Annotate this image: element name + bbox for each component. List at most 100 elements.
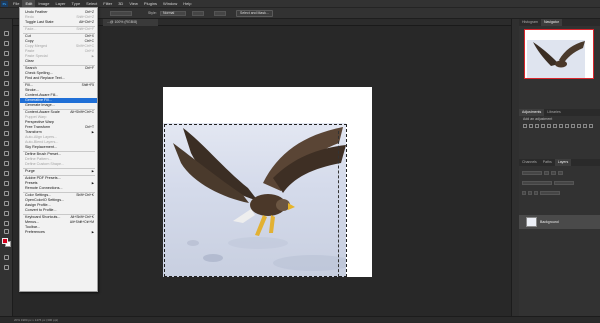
menu-image[interactable]: Image	[35, 0, 52, 7]
menu-type[interactable]: Type	[69, 0, 84, 7]
edit-menu-item-label: Sky Replacement...	[25, 145, 57, 149]
edit-menu-item[interactable]: Purge ▶	[20, 169, 97, 174]
select-and-mask-button[interactable]: Select and Mask...	[236, 10, 273, 17]
edit-menu-item[interactable]: Preferences ▶	[20, 230, 97, 235]
edit-menu-item-label: Color Settings...	[25, 193, 52, 197]
tab-layers[interactable]: Layers	[554, 159, 572, 166]
marquee-tool-icon[interactable]	[4, 41, 9, 46]
move-tool-icon[interactable]	[4, 31, 9, 36]
vibrance-icon[interactable]	[547, 124, 551, 128]
edit-menu-item[interactable]: Find and Replace Text...	[20, 76, 97, 81]
color-balance-icon[interactable]	[559, 124, 563, 128]
tab-libraries[interactable]: Libraries	[544, 109, 563, 116]
photo-filter-icon[interactable]	[571, 124, 575, 128]
shape-tool-icon[interactable]	[4, 211, 9, 216]
lock-pixels-icon[interactable]	[522, 190, 526, 195]
hand-tool-icon[interactable]	[4, 221, 9, 226]
lookup-icon[interactable]	[583, 124, 587, 128]
filter-type-icon[interactable]	[558, 170, 563, 175]
screen-mode-icon[interactable]	[4, 265, 9, 270]
pen-tool-icon[interactable]	[4, 181, 9, 186]
edit-menu-item[interactable]: Sky Replacement...	[20, 145, 97, 150]
tools-panel	[0, 19, 13, 316]
tab-paths[interactable]: Paths	[540, 159, 555, 166]
edit-menu-item[interactable]: Convert to Profile...	[20, 208, 97, 213]
tab-channels[interactable]: Channels	[519, 159, 540, 166]
edit-menu-item[interactable]: Toggle Last State Alt+Ctrl+Z	[20, 20, 97, 25]
zoom-tool-icon[interactable]	[4, 229, 9, 234]
foreground-color-swatch[interactable]	[2, 238, 8, 244]
edit-menu-item-label: Search	[25, 66, 37, 70]
tab-adjustments[interactable]: Adjustments	[519, 109, 545, 116]
menu-window[interactable]: Window	[160, 0, 180, 7]
edit-menu-item-label: Toggle Last State	[25, 20, 54, 24]
feather-input[interactable]	[110, 11, 132, 16]
edit-menu-item-label: Presets	[25, 181, 38, 185]
menu-view[interactable]: View	[126, 0, 141, 7]
menu-layer[interactable]: Layer	[52, 0, 68, 7]
channel-mixer-icon[interactable]	[577, 124, 581, 128]
adjustments-panel-tabs: Adjustments Libraries	[519, 109, 600, 116]
eraser-tool-icon[interactable]	[4, 141, 9, 146]
edit-menu-item-shortcut: Shift+Ctrl+F	[76, 27, 94, 31]
brightness-icon[interactable]	[523, 124, 527, 128]
fill-input[interactable]	[540, 190, 560, 195]
menu-filter[interactable]: Filter	[100, 0, 115, 7]
eyedropper-tool-icon[interactable]	[4, 91, 9, 96]
layer-kind-select[interactable]	[522, 170, 542, 175]
object-select-tool-icon[interactable]	[4, 61, 9, 66]
exposure-icon[interactable]	[541, 124, 545, 128]
menu-select[interactable]: Select	[83, 0, 100, 7]
opacity-input[interactable]	[554, 180, 574, 185]
blend-mode-select[interactable]	[522, 180, 552, 185]
style-select[interactable]: Normal	[160, 11, 186, 16]
edit-menu-item-label: Clear	[25, 59, 34, 63]
crop-tool-icon[interactable]	[4, 71, 9, 76]
brush-tool-icon[interactable]	[4, 111, 9, 116]
curves-icon[interactable]	[535, 124, 539, 128]
height-input[interactable]	[214, 11, 226, 16]
menu-help[interactable]: Help	[180, 0, 194, 7]
menu-edit[interactable]: Edit	[22, 0, 36, 7]
tab-histogram[interactable]: Histogram	[519, 19, 541, 26]
photoshop-logo: Ps	[1, 0, 8, 7]
lock-all-icon[interactable]	[534, 190, 538, 195]
edit-menu-item-label: Define Pattern...	[25, 157, 52, 161]
menu-3d[interactable]: 3D	[115, 0, 126, 7]
tab-navigator[interactable]: Navigator	[540, 19, 562, 26]
healing-brush-tool-icon[interactable]	[4, 101, 9, 106]
type-tool-icon[interactable]	[4, 191, 9, 196]
edit-menu-item-label: Fill...	[25, 83, 33, 87]
invert-icon[interactable]	[589, 124, 593, 128]
layer-row-background[interactable]: Background	[519, 215, 600, 229]
bw-icon[interactable]	[565, 124, 569, 128]
filter-adjust-icon[interactable]	[551, 170, 556, 175]
status-bar: 20% 1980 px x 1476 px (300 ppi)	[0, 316, 600, 322]
edit-menu-item-label: Content-Aware Fill...	[25, 93, 59, 97]
edit-menu-item-label: Puppet Warp	[25, 115, 47, 119]
clone-stamp-tool-icon[interactable]	[4, 121, 9, 126]
history-brush-tool-icon[interactable]	[4, 131, 9, 136]
edit-menu-item[interactable]: Clear	[20, 59, 97, 64]
path-select-tool-icon[interactable]	[4, 201, 9, 206]
edit-menu-item[interactable]: Generate Image...	[20, 103, 97, 108]
lock-position-icon[interactable]	[528, 190, 532, 195]
gradient-tool-icon[interactable]	[4, 151, 9, 156]
levels-icon[interactable]	[529, 124, 533, 128]
hue-icon[interactable]	[553, 124, 557, 128]
navigator-view-frame[interactable]	[524, 29, 594, 79]
lasso-tool-icon[interactable]	[4, 51, 9, 56]
document-tab[interactable]: ...@ 100% (RGB/8)	[103, 19, 158, 26]
frame-tool-icon[interactable]	[4, 81, 9, 86]
filter-pixel-icon[interactable]	[544, 170, 549, 175]
edit-menu-item-label: Auto-Align Layers...	[25, 135, 58, 139]
menu-plugins[interactable]: Plugins	[141, 0, 160, 7]
quick-mask-icon[interactable]	[4, 255, 9, 260]
edit-menu-item-label: Stroke...	[25, 88, 39, 92]
dodge-tool-icon[interactable]	[4, 171, 9, 176]
blur-tool-icon[interactable]	[4, 161, 9, 166]
menu-file[interactable]: File	[10, 0, 22, 7]
edit-menu-item[interactable]: Remote Connections...	[20, 186, 97, 191]
width-input[interactable]	[192, 11, 204, 16]
edit-menu-item-label: OpenColorIO Settings...	[25, 198, 65, 202]
